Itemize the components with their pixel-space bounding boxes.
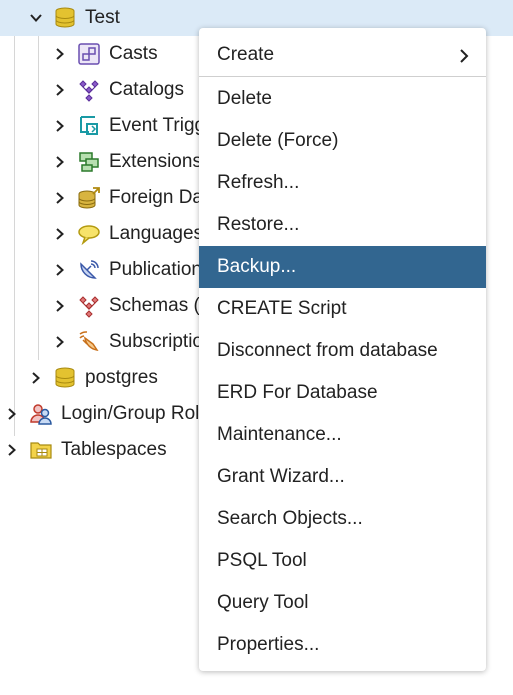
database-icon [55, 367, 75, 388]
chevron-right-icon[interactable] [53, 83, 67, 97]
menu-item-label: Delete [217, 88, 272, 109]
menu-item-label: Maintenance... [217, 424, 342, 445]
chevron-right-icon[interactable] [53, 299, 67, 313]
languages-icon [78, 225, 100, 246]
chevron-right-icon[interactable] [5, 443, 19, 457]
chevron-right-icon[interactable] [29, 371, 43, 385]
menu-separator [199, 76, 486, 77]
menu-item-label: PSQL Tool [217, 550, 307, 571]
chevron-right-icon[interactable] [53, 191, 67, 205]
menu-item-search-objects[interactable]: Search Objects... [199, 498, 486, 540]
tree-item-label: Catalogs [109, 79, 184, 100]
tree-item-label: postgres [85, 367, 158, 388]
tree-item-label: Publications [109, 259, 212, 280]
tree-item-label: Login/Group Roles [61, 403, 220, 424]
menu-item-label: Properties... [217, 634, 320, 655]
menu-item-label: Search Objects... [217, 508, 363, 529]
menu-item-disconnect-database[interactable]: Disconnect from database [199, 330, 486, 372]
login-roles-icon [30, 404, 52, 425]
menu-item-psql-tool[interactable]: PSQL Tool [199, 540, 486, 582]
chevron-right-icon[interactable] [53, 227, 67, 241]
tree-item-label: Test [85, 7, 120, 28]
menu-item-delete[interactable]: Delete [199, 78, 486, 120]
database-icon [55, 7, 75, 28]
menu-item-label: Delete (Force) [217, 130, 339, 151]
menu-item-delete-force[interactable]: Delete (Force) [199, 120, 486, 162]
menu-item-label: Refresh... [217, 172, 300, 193]
menu-item-properties[interactable]: Properties... [199, 624, 486, 666]
subscriptions-icon [79, 331, 99, 351]
menu-item-create[interactable]: Create [199, 34, 486, 76]
context-menu: Create Delete Delete (Force) Refresh... … [199, 28, 486, 671]
menu-item-query-tool[interactable]: Query Tool [199, 582, 486, 624]
catalogs-icon [79, 80, 99, 102]
menu-item-refresh[interactable]: Refresh... [199, 162, 486, 204]
menu-item-label: CREATE Script [217, 298, 347, 319]
tree-item-label: Tablespaces [61, 439, 167, 460]
menu-item-erd-for-database[interactable]: ERD For Database [199, 372, 486, 414]
chevron-right-icon [460, 49, 469, 63]
menu-item-restore[interactable]: Restore... [199, 204, 486, 246]
menu-item-create-script[interactable]: CREATE Script [199, 288, 486, 330]
tablespaces-icon [30, 442, 52, 459]
casts-icon [78, 43, 100, 65]
chevron-right-icon[interactable] [53, 263, 67, 277]
chevron-right-icon[interactable] [53, 119, 67, 133]
publications-icon [80, 260, 99, 279]
menu-item-label: Query Tool [217, 592, 309, 613]
menu-item-maintenance[interactable]: Maintenance... [199, 414, 486, 456]
menu-item-label: Restore... [217, 214, 300, 235]
chevron-right-icon[interactable] [53, 155, 67, 169]
menu-item-label: Grant Wizard... [217, 466, 345, 487]
foreign-data-wrappers-icon [78, 187, 100, 209]
menu-item-label: Create [217, 44, 275, 65]
event-triggers-icon [80, 116, 98, 135]
tree-item-label: Casts [109, 43, 158, 64]
schemas-icon [79, 296, 99, 318]
chevron-right-icon[interactable] [53, 335, 67, 349]
menu-item-grant-wizard[interactable]: Grant Wizard... [199, 456, 486, 498]
tree-item-label: Languages [109, 223, 204, 244]
chevron-down-icon[interactable] [29, 11, 43, 25]
menu-item-label: Disconnect from database [217, 340, 438, 361]
menu-item-label: Backup... [217, 256, 297, 277]
chevron-right-icon[interactable] [5, 407, 19, 421]
tree-item-label: Extensions [109, 151, 202, 172]
extensions-icon [79, 152, 99, 172]
menu-item-backup[interactable]: Backup... [199, 246, 486, 288]
chevron-right-icon[interactable] [53, 47, 67, 61]
menu-item-label: ERD For Database [217, 382, 378, 403]
